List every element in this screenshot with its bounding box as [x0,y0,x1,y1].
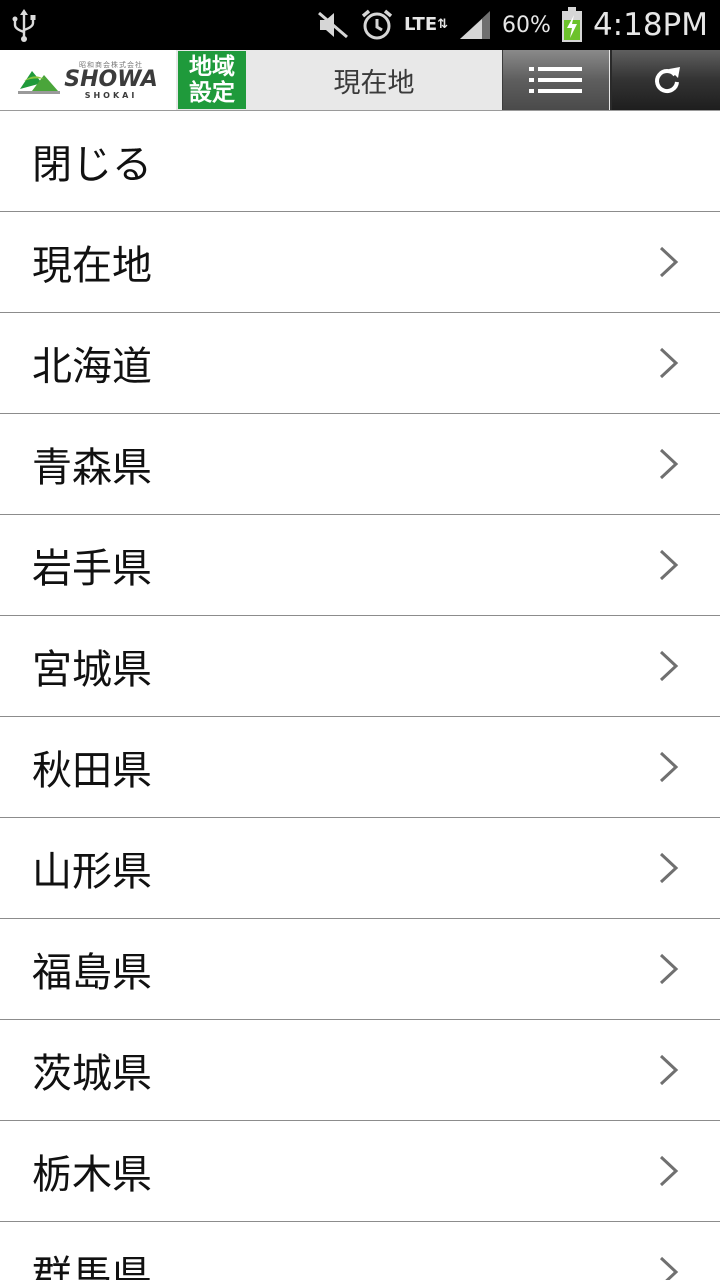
region-list-item-label: 栃木県 [32,1152,152,1198]
region-list-item-label: 宮城県 [32,647,152,693]
status-bar: LTE ⇅ 60% 4:18PM [0,0,720,50]
mute-icon [316,10,350,40]
chevron-right-icon [659,246,679,278]
region-list-item-label: 現在地 [32,243,152,289]
chevron-right-icon [659,448,679,480]
chevron-right-icon [659,1256,679,1280]
region-list-item[interactable]: 福島県 [0,919,720,1020]
region-list-item[interactable]: 秋田県 [0,717,720,818]
region-list-item[interactable]: 現在地 [0,212,720,313]
showa-logo-mark [18,71,61,94]
list-menu-button[interactable] [502,50,609,110]
chevron-right-icon [659,650,679,682]
battery-percent: 60% [502,12,551,38]
region-list-item[interactable]: 群馬県 [0,1222,720,1280]
region-settings-line2: 設定 [189,80,235,106]
region-settings-line1: 地域 [189,54,235,80]
app-screen: LTE ⇅ 60% 4:18PM 昭和商会株式会社 SHOWA SHOKAI 地… [0,0,720,1280]
logo-main-text: SHOWA [64,66,158,92]
list-menu-icon [529,67,582,93]
region-list-item[interactable]: 岩手県 [0,515,720,616]
chevron-right-icon [659,953,679,985]
lte-icon: LTE ⇅ [404,14,449,35]
chevron-right-icon [659,1054,679,1086]
chevron-right-icon [659,1155,679,1187]
region-list-item[interactable]: 青森県 [0,414,720,515]
region-list-item-label: 青森県 [32,445,152,491]
region-list-item[interactable]: 栃木県 [0,1121,720,1222]
status-icons: LTE ⇅ 60% 4:18PM [316,0,708,50]
region-list-item-label: 茨城県 [32,1051,152,1097]
showa-logo[interactable]: 昭和商会株式会社 SHOWA SHOKAI [0,50,176,110]
battery-charging-icon [561,7,583,43]
refresh-icon [655,67,680,94]
chevron-right-icon [659,751,679,783]
region-list-item[interactable]: 山形県 [0,818,720,919]
region-list-item-label: 山形県 [32,849,152,895]
close-menu-button[interactable]: 閉じる [0,111,720,212]
chevron-right-icon [659,549,679,581]
region-list-item[interactable]: 宮城県 [0,616,720,717]
region-list-item-label: 秋田県 [32,748,152,794]
page-title: 現在地 [333,67,415,99]
signal-icon [458,9,492,41]
app-header: 昭和商会株式会社 SHOWA SHOKAI 地域 設定 現在地 [0,50,720,111]
chevron-right-icon [659,852,679,884]
clock: 4:18PM [592,7,708,43]
close-menu-label: 閉じる [32,142,152,188]
usb-icon [10,8,38,42]
logo-sub-text: SHOKAI [84,90,138,100]
chevron-right-icon [659,347,679,379]
refresh-button[interactable] [610,50,720,110]
region-list-item[interactable]: 北海道 [0,313,720,414]
region-list-item-label: 岩手県 [32,546,152,592]
region-list: 閉じる 現在地北海道青森県岩手県宮城県秋田県山形県福島県茨城県栃木県群馬県 [0,111,720,1280]
region-list-item-label: 群馬県 [32,1253,152,1280]
region-list-item[interactable]: 茨城県 [0,1020,720,1121]
region-settings-button[interactable]: 地域 設定 [178,51,246,109]
region-list-item-label: 北海道 [32,344,152,390]
alarm-icon [360,8,394,42]
region-list-item-label: 福島県 [32,950,152,996]
